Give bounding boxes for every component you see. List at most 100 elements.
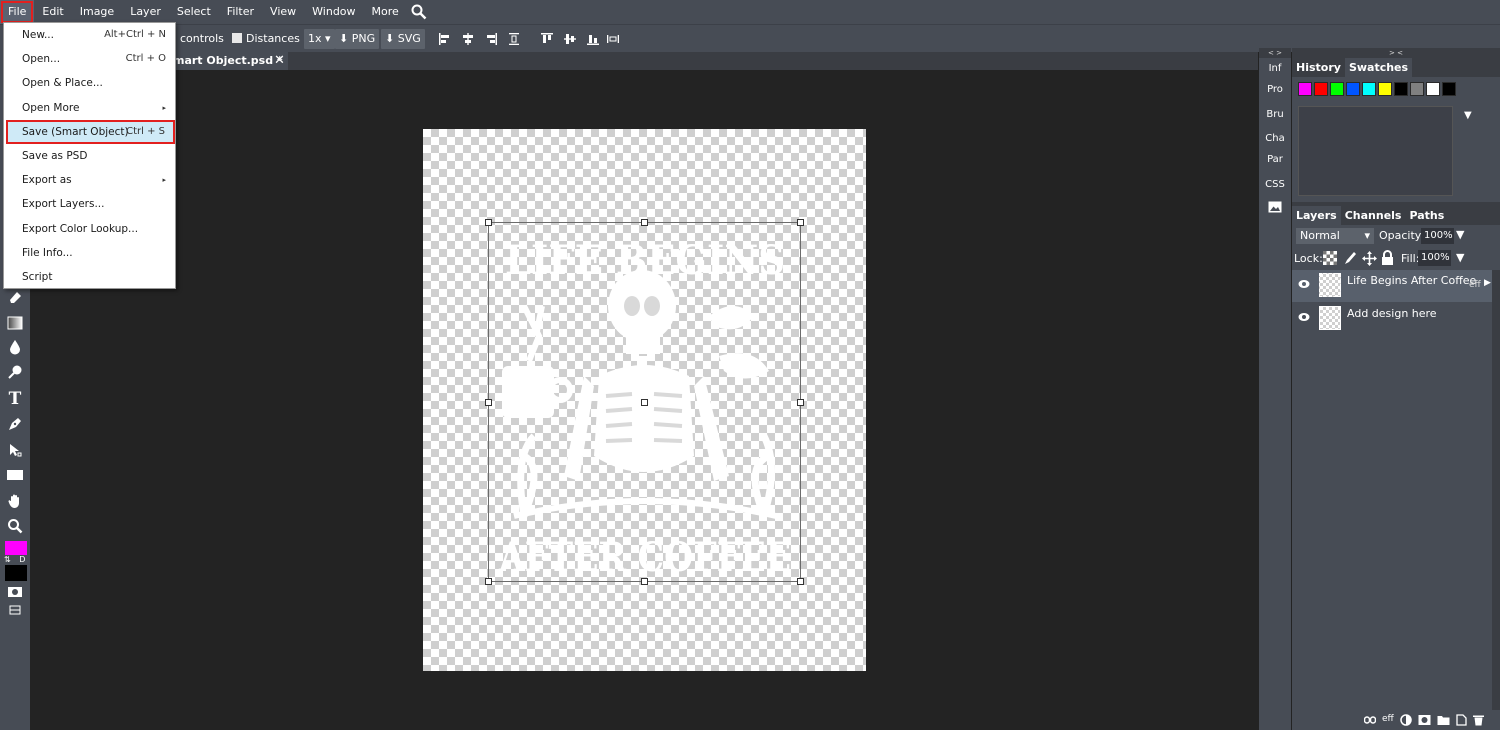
menu-item-open-more[interactable]: Open More ▸ xyxy=(4,97,175,119)
dodge-tool-icon[interactable] xyxy=(5,362,25,382)
align-bottom-icon[interactable] xyxy=(586,32,600,46)
swatch-menu-arrow[interactable]: ▼ xyxy=(1464,110,1472,121)
link-layers-icon[interactable] xyxy=(1364,714,1376,726)
menu-item-export-as[interactable]: Export as ▸ xyxy=(4,169,175,191)
type-tool-icon[interactable]: T xyxy=(5,389,25,409)
color-swatch[interactable] xyxy=(1330,82,1344,96)
color-swatch[interactable] xyxy=(1362,82,1376,96)
layers-scrollbar[interactable] xyxy=(1492,270,1500,710)
distribute-v-icon[interactable] xyxy=(606,32,620,46)
menu-item-script[interactable]: Script xyxy=(4,266,175,288)
menu-select[interactable]: Select xyxy=(169,0,219,24)
adjustment-layer-icon[interactable] xyxy=(1400,714,1412,726)
export-svg-button[interactable]: ⬇ SVG xyxy=(381,29,425,49)
align-top-icon[interactable] xyxy=(540,32,554,46)
menu-edit[interactable]: Edit xyxy=(34,0,71,24)
layer-name[interactable]: Add design here xyxy=(1347,307,1437,320)
menu-file[interactable]: File xyxy=(0,0,35,24)
color-swatch[interactable] xyxy=(1410,82,1424,96)
tab-layers[interactable]: Layers xyxy=(1292,206,1341,225)
panel-collapse-toggle[interactable]: < > xyxy=(1259,48,1291,58)
color-swatch[interactable] xyxy=(1298,82,1312,96)
image-icon[interactable] xyxy=(1259,198,1291,218)
panel-expand-toggle[interactable]: > < xyxy=(1292,48,1500,58)
menu-item-export-layers[interactable]: Export Layers... xyxy=(4,193,175,215)
layer-effects-button[interactable]: eff xyxy=(1382,714,1394,726)
tab-paths[interactable]: Paths xyxy=(1405,206,1448,225)
lock-pixels-brush-icon[interactable] xyxy=(1343,251,1357,265)
menu-layer[interactable]: Layer xyxy=(122,0,169,24)
opacity-dropdown-arrow[interactable]: ▼ xyxy=(1456,228,1464,241)
menu-filter[interactable]: Filter xyxy=(219,0,262,24)
side-tab-brush[interactable]: Bru xyxy=(1259,105,1291,125)
tab-channels[interactable]: Channels xyxy=(1341,206,1406,225)
eraser-tool-icon[interactable] xyxy=(5,287,25,307)
opacity-input[interactable]: 100% xyxy=(1421,228,1454,244)
transform-handle-br[interactable] xyxy=(797,578,804,585)
side-tab-info[interactable]: Inf xyxy=(1259,59,1291,79)
align-left-icon[interactable] xyxy=(438,32,452,46)
expand-effects-arrow-icon[interactable]: ▶ xyxy=(1484,278,1491,288)
menu-image[interactable]: Image xyxy=(72,0,122,24)
new-group-folder-icon[interactable] xyxy=(1437,714,1450,726)
align-middle-v-icon[interactable] xyxy=(563,32,577,46)
tab-history[interactable]: History xyxy=(1292,58,1345,77)
color-swatch[interactable] xyxy=(1314,82,1328,96)
zoom-select[interactable]: 1x ▾ xyxy=(304,29,335,49)
menu-item-open-and-place[interactable]: Open & Place... xyxy=(4,72,175,94)
foreground-color-swatch[interactable] xyxy=(5,541,27,555)
rectangle-tool-icon[interactable] xyxy=(5,465,25,485)
distances-toggle[interactable]: Distances xyxy=(232,29,300,49)
zoom-tool-icon[interactable] xyxy=(5,516,25,536)
color-swatch[interactable] xyxy=(1394,82,1408,96)
gradient-tool-icon[interactable] xyxy=(5,313,25,333)
path-select-tool-icon[interactable] xyxy=(5,440,25,460)
menu-item-new[interactable]: New... Alt+Ctrl + N xyxy=(4,24,175,46)
swap-default-colors[interactable]: ⇅ D xyxy=(4,555,28,564)
side-tab-paragraph[interactable]: Par xyxy=(1259,150,1291,170)
transform-handle-r[interactable] xyxy=(797,399,804,406)
background-color-swatch[interactable] xyxy=(5,565,27,581)
delete-layer-trash-icon[interactable] xyxy=(1472,714,1484,726)
menu-view[interactable]: View xyxy=(262,0,304,24)
color-swatch[interactable] xyxy=(1378,82,1392,96)
color-swatch[interactable] xyxy=(1426,82,1440,96)
lock-all-icon[interactable] xyxy=(1381,250,1394,265)
layer-mask-icon[interactable] xyxy=(1418,714,1431,726)
transform-handle-l[interactable] xyxy=(485,399,492,406)
tab-swatches[interactable]: Swatches xyxy=(1344,58,1413,77)
transform-handle-center[interactable] xyxy=(641,399,648,406)
visibility-eye-icon[interactable] xyxy=(1298,312,1310,322)
menu-item-export-color-lookup[interactable]: Export Color Lookup... xyxy=(4,218,175,240)
distances-checkbox[interactable] xyxy=(232,33,242,43)
transform-handle-tr[interactable] xyxy=(797,219,804,226)
color-swatch[interactable] xyxy=(1442,82,1456,96)
side-tab-properties[interactable]: Pro xyxy=(1259,80,1291,100)
menu-item-save-smart-object[interactable]: Save (Smart Object) Ctrl + S xyxy=(6,120,175,144)
fill-dropdown-arrow[interactable]: ▼ xyxy=(1456,251,1464,264)
color-swatch[interactable] xyxy=(1346,82,1360,96)
transform-handle-t[interactable] xyxy=(641,219,648,226)
menu-window[interactable]: Window xyxy=(304,0,363,24)
distribute-h-icon[interactable] xyxy=(507,32,521,46)
export-png-button[interactable]: ⬇ PNG xyxy=(335,29,380,49)
menu-item-save-as-psd[interactable]: Save as PSD xyxy=(4,145,175,167)
layer-row[interactable]: Life Begins After Coffee eff ▶ xyxy=(1292,270,1492,302)
menu-more[interactable]: More xyxy=(364,0,407,24)
lock-transparency-icon[interactable] xyxy=(1323,251,1337,265)
transform-controls-label[interactable]: controls xyxy=(180,29,224,49)
lock-position-move-icon[interactable] xyxy=(1362,251,1377,266)
transform-handle-b[interactable] xyxy=(641,578,648,585)
layer-name[interactable]: Life Begins After Coffee xyxy=(1347,274,1476,287)
align-center-h-icon[interactable] xyxy=(461,32,475,46)
layer-row[interactable]: Add design here xyxy=(1292,303,1492,335)
align-right-icon[interactable] xyxy=(484,32,498,46)
transform-handle-bl[interactable] xyxy=(485,578,492,585)
hand-tool-icon[interactable] xyxy=(5,491,25,511)
pen-tool-icon[interactable] xyxy=(5,414,25,434)
close-icon[interactable]: ✕ xyxy=(274,52,285,70)
menu-item-file-info[interactable]: File Info... xyxy=(4,242,175,264)
quick-mask-icon[interactable] xyxy=(5,582,25,602)
screen-mode-icon[interactable] xyxy=(5,600,25,620)
new-layer-icon[interactable] xyxy=(1456,714,1467,726)
